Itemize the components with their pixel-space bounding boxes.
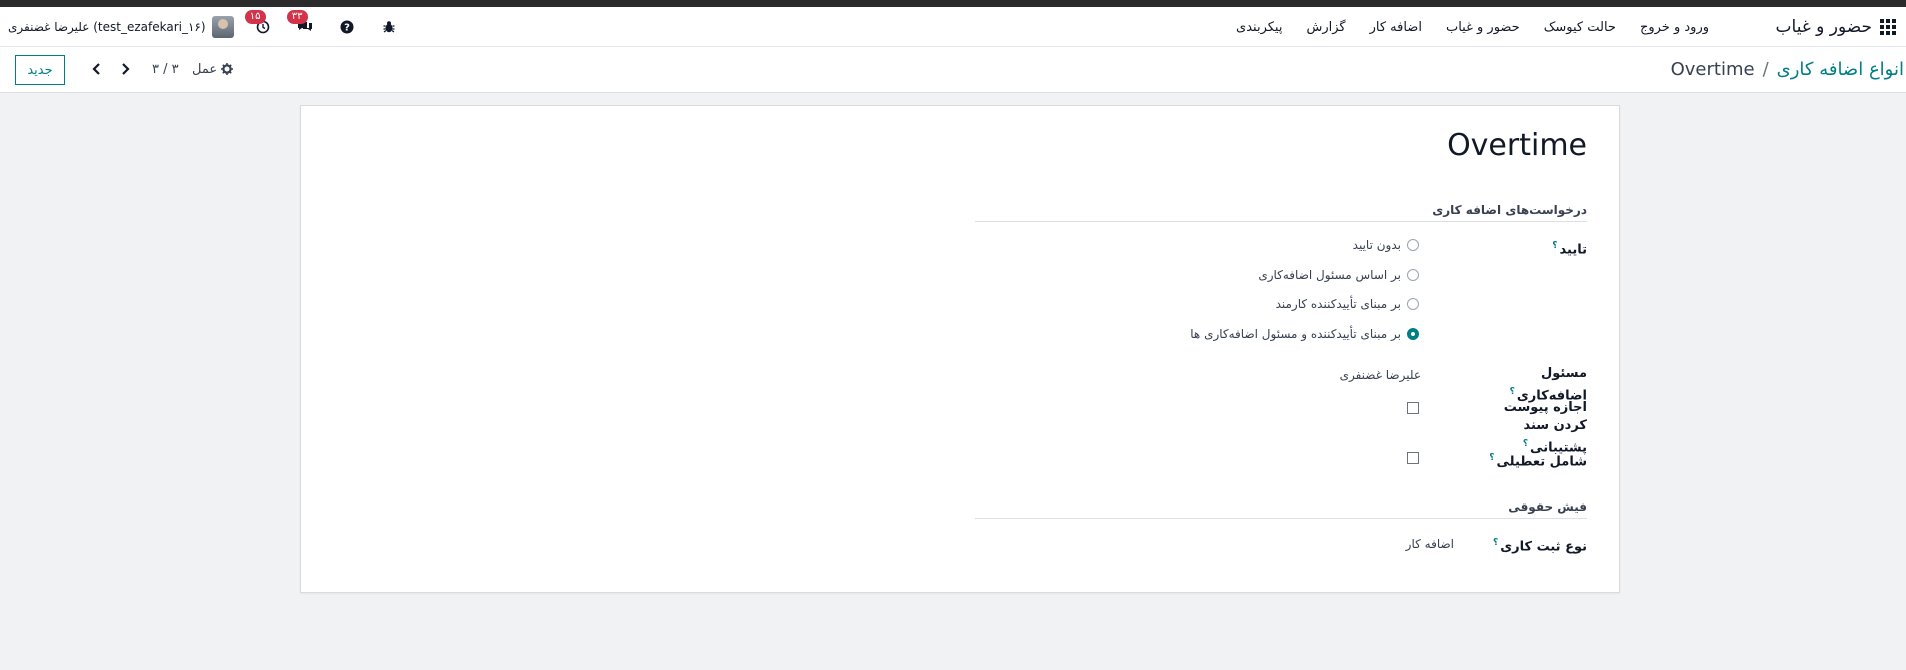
new-button[interactable]: جدید <box>15 55 65 85</box>
section-overtime-requests: درخواست‌های اضافه کاری <box>975 203 1587 222</box>
approval-label: تایید؟ <box>1552 241 1587 258</box>
svg-text:?: ? <box>344 23 350 34</box>
top-navbar: حضور و غیاب ورود و خروج حالت کیوسک حضور … <box>0 7 1906 47</box>
radio-button[interactable] <box>1407 269 1419 281</box>
pager-next-button[interactable] <box>116 60 134 78</box>
activity-badge: ۱۵ <box>244 10 266 24</box>
section-payslip: فیش حقوقی <box>975 500 1587 519</box>
radio-label: بر مبنای تأییدکننده و مسئول اضافه‌کاری ه… <box>1190 327 1401 341</box>
overtime-responsible-value[interactable]: علیرضا غضنفری <box>1340 368 1421 382</box>
pager: ۳ / ۳ <box>88 47 179 91</box>
debug-button[interactable] <box>378 16 400 38</box>
menu-item-reporting[interactable]: گزارش <box>1294 20 1357 35</box>
approval-option-employee-approver[interactable]: بر مبنای تأییدکننده کارمند <box>1276 297 1419 311</box>
approval-option-none[interactable]: بدون تایید <box>1353 238 1419 252</box>
messages-badge: ۳۳ <box>286 10 308 24</box>
work-entry-type-label: نوع ثبت کاری؟ <box>1493 538 1587 555</box>
approval-option-approver-and-responsible[interactable]: بر مبنای تأییدکننده و مسئول اضافه‌کاری ه… <box>1190 327 1419 341</box>
supporting-document-checkbox[interactable] <box>1407 402 1419 414</box>
work-entry-type-value[interactable]: اضافه کار <box>1406 537 1454 551</box>
app-title[interactable]: حضور و غیاب <box>1776 17 1872 37</box>
breadcrumb-current: Overtime <box>1670 58 1755 80</box>
pager-previous-button[interactable] <box>88 60 106 78</box>
gear-icon <box>221 63 234 75</box>
help-tooltip-icon[interactable]: ؟ <box>1489 453 1494 463</box>
control-panel: انواع اضافه کاری / Overtime جدید ۳ / ۳ ع… <box>0 47 1906 93</box>
apps-grid-icon[interactable] <box>1880 19 1896 35</box>
menu-item-overtime[interactable]: اضافه کار <box>1358 20 1434 35</box>
menu-item-checkin[interactable]: ورود و خروج <box>1628 20 1721 35</box>
help-tooltip-icon[interactable]: ؟ <box>1510 387 1515 397</box>
radio-button-selected[interactable] <box>1407 328 1419 340</box>
user-menu[interactable]: علیرضا غضنفری (test_ezafekari_۱۶) <box>8 16 234 38</box>
pager-value[interactable]: ۳ / ۳ <box>152 62 179 77</box>
avatar <box>211 16 234 38</box>
menu-item-kiosk[interactable]: حالت کیوسک <box>1532 20 1628 35</box>
chevron-right-icon <box>122 63 130 75</box>
include-holidays-checkbox[interactable] <box>1407 452 1419 464</box>
user-name: علیرضا غضنفری (test_ezafekari_۱۶) <box>8 20 206 34</box>
chevron-left-icon <box>92 63 100 75</box>
systray: علیرضا غضنفری (test_ezafekari_۱۶) ۱۵ ۳۳ … <box>8 7 420 47</box>
window-top-strip <box>0 0 1906 7</box>
help-tooltip-icon[interactable]: ؟ <box>1552 241 1557 251</box>
form-sheet: Overtime درخواست‌های اضافه کاری تایید؟ ب… <box>300 105 1620 593</box>
menu-item-configuration[interactable]: پیکربندی <box>1224 20 1294 35</box>
help-icon: ? <box>340 20 354 34</box>
radio-button[interactable] <box>1407 298 1419 310</box>
activity-button[interactable]: ۱۵ <box>244 10 274 38</box>
action-label: عمل <box>192 61 218 77</box>
help-tooltip-icon[interactable]: ؟ <box>1523 439 1528 449</box>
radio-label: بر اساس مسئول اضافه‌کاری <box>1258 268 1401 282</box>
main-menu: ورود و خروج حالت کیوسک حضور و غیاب اضافه… <box>1224 7 1721 47</box>
radio-button[interactable] <box>1407 239 1419 251</box>
app-brand[interactable]: حضور و غیاب <box>1776 7 1896 47</box>
breadcrumb-parent[interactable]: انواع اضافه کاری <box>1777 59 1904 80</box>
menu-item-attendance[interactable]: حضور و غیاب <box>1434 20 1532 35</box>
breadcrumb-separator: / <box>1762 58 1769 80</box>
radio-label: بر مبنای تأییدکننده کارمند <box>1275 297 1401 311</box>
action-menu-button[interactable]: عمل <box>192 47 234 91</box>
help-button[interactable]: ? <box>336 16 358 38</box>
approval-option-responsible[interactable]: بر اساس مسئول اضافه‌کاری <box>1258 268 1419 282</box>
include-holidays-label: شامل تعطیلی؟ <box>1489 453 1587 470</box>
breadcrumb: انواع اضافه کاری / Overtime <box>1671 47 1904 91</box>
help-tooltip-icon[interactable]: ؟ <box>1493 538 1498 548</box>
bug-icon <box>383 21 395 33</box>
messages-button[interactable]: ۳۳ <box>286 10 316 38</box>
radio-label: بدون تایید <box>1352 238 1401 252</box>
record-title[interactable]: Overtime <box>1447 128 1587 163</box>
